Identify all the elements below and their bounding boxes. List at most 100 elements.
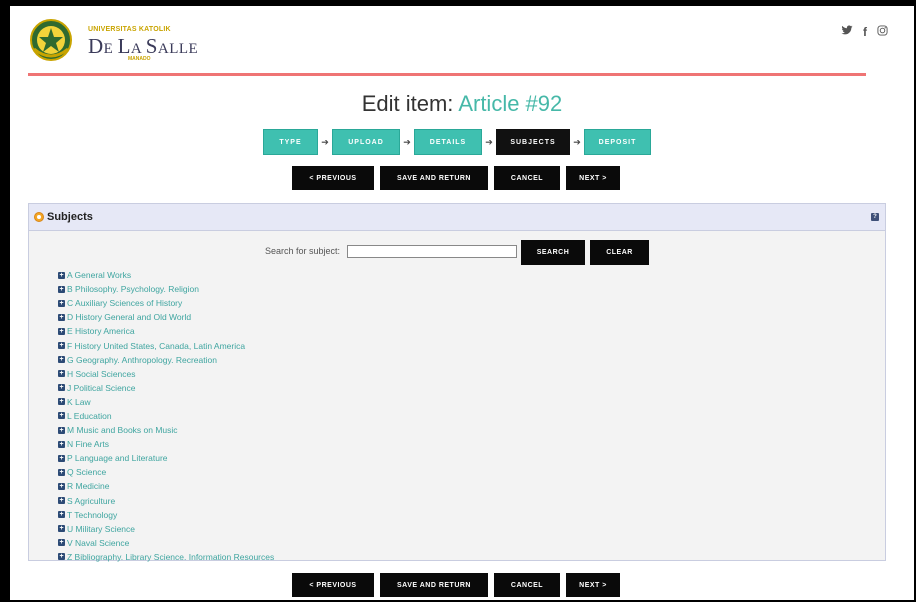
subject-label[interactable]: G Geography. Anthropology. Recreation bbox=[67, 355, 217, 365]
expand-plus-icon[interactable]: + bbox=[58, 271, 65, 279]
expand-plus-icon[interactable]: + bbox=[58, 525, 65, 533]
subject-label[interactable]: B Philosophy. Psychology. Religion bbox=[67, 284, 199, 294]
expand-plus-icon[interactable]: + bbox=[58, 384, 65, 392]
subject-label[interactable]: S Agriculture bbox=[67, 496, 115, 506]
step-subjects[interactable]: SUBJECTS bbox=[496, 129, 570, 155]
next-button[interactable]: NEXT > bbox=[566, 166, 620, 190]
subjects-panel-header[interactable]: Subjects ? bbox=[29, 204, 885, 231]
subject-label[interactable]: H Social Sciences bbox=[67, 369, 136, 379]
subject-label[interactable]: K Law bbox=[67, 397, 91, 407]
subject-search-input[interactable] bbox=[347, 245, 517, 258]
subject-label[interactable]: Q Science bbox=[67, 467, 106, 477]
subject-item[interactable]: + S Agriculture bbox=[58, 494, 274, 508]
logo-top-text: UNIVERSITAS KATOLIK bbox=[88, 26, 171, 33]
expand-plus-icon[interactable]: + bbox=[58, 370, 65, 378]
subject-label[interactable]: V Naval Science bbox=[67, 538, 129, 548]
step-details[interactable]: DETAILS bbox=[414, 129, 482, 155]
subject-item[interactable]: + P Language and Literature bbox=[58, 451, 274, 465]
social-links: f bbox=[841, 25, 888, 39]
logo-sub-text: MANADO bbox=[128, 56, 151, 62]
previous-button[interactable]: < PREVIOUS bbox=[292, 573, 374, 597]
instagram-icon[interactable] bbox=[877, 25, 888, 39]
step-upload[interactable]: UPLOAD bbox=[332, 129, 400, 155]
subject-item[interactable]: + T Technology bbox=[58, 508, 274, 522]
expand-plus-icon[interactable]: + bbox=[58, 412, 65, 420]
subject-label[interactable]: L Education bbox=[67, 411, 112, 421]
expand-plus-icon[interactable]: + bbox=[58, 299, 65, 307]
step-type[interactable]: TYPE bbox=[263, 129, 318, 155]
collapse-toggle-icon[interactable] bbox=[34, 212, 44, 222]
subject-label[interactable]: T Technology bbox=[67, 510, 117, 520]
subject-item[interactable]: + L Education bbox=[58, 409, 274, 423]
subject-item[interactable]: + H Social Sciences bbox=[58, 367, 274, 381]
next-button[interactable]: NEXT > bbox=[566, 573, 620, 597]
expand-plus-icon[interactable]: + bbox=[58, 327, 65, 335]
subject-label[interactable]: M Music and Books on Music bbox=[67, 425, 178, 435]
subject-item[interactable]: + C Auxiliary Sciences of History bbox=[58, 296, 274, 310]
subject-item[interactable]: + D History General and Old World bbox=[58, 310, 274, 324]
expand-plus-icon[interactable]: + bbox=[58, 398, 65, 406]
clear-button[interactable]: CLEAR bbox=[590, 240, 649, 265]
subject-item[interactable]: + K Law bbox=[58, 395, 274, 409]
expand-plus-icon[interactable]: + bbox=[58, 440, 65, 448]
subject-item[interactable]: + E History America bbox=[58, 324, 274, 338]
facebook-icon[interactable]: f bbox=[863, 25, 867, 39]
subject-label[interactable]: J Political Science bbox=[67, 383, 136, 393]
site-header: UNIVERSITAS KATOLIK DE LA SALLE MANADO f bbox=[10, 6, 914, 76]
cancel-button[interactable]: CANCEL bbox=[494, 166, 560, 190]
expand-plus-icon[interactable]: + bbox=[58, 482, 65, 490]
subject-item[interactable]: + F History United States, Canada, Latin … bbox=[58, 338, 274, 352]
arrow-right-icon: ➔ bbox=[485, 136, 493, 147]
expand-plus-icon[interactable]: + bbox=[58, 356, 65, 364]
subject-label[interactable]: D History General and Old World bbox=[67, 312, 191, 322]
subject-label[interactable]: E History America bbox=[67, 326, 135, 336]
cancel-button[interactable]: CANCEL bbox=[494, 573, 560, 597]
subject-item[interactable]: + G Geography. Anthropology. Recreation bbox=[58, 353, 274, 367]
search-label: Search for subject: bbox=[265, 246, 341, 256]
bottom-nav-buttons: < PREVIOUS SAVE AND RETURN CANCEL NEXT > bbox=[292, 573, 620, 597]
subject-item[interactable]: + Z Bibliography. Library Science. Inform… bbox=[58, 550, 274, 564]
subject-label[interactable]: N Fine Arts bbox=[67, 439, 109, 449]
step-deposit[interactable]: DEPOSIT bbox=[584, 129, 651, 155]
page-title: Edit item: Article #92 bbox=[361, 91, 563, 116]
university-seal-icon[interactable] bbox=[30, 19, 72, 61]
expand-plus-icon[interactable]: + bbox=[58, 511, 65, 519]
help-icon[interactable]: ? bbox=[871, 213, 879, 221]
save-and-return-button[interactable]: SAVE AND RETURN bbox=[380, 166, 488, 190]
subject-label[interactable]: Z Bibliography. Library Science. Informa… bbox=[67, 552, 274, 562]
subject-item[interactable]: + V Naval Science bbox=[58, 536, 274, 550]
save-and-return-button[interactable]: SAVE AND RETURN bbox=[380, 573, 488, 597]
subject-item[interactable]: + M Music and Books on Music bbox=[58, 423, 274, 437]
expand-plus-icon[interactable]: + bbox=[58, 539, 65, 547]
subject-item[interactable]: + R Medicine bbox=[58, 479, 274, 493]
previous-button[interactable]: < PREVIOUS bbox=[292, 166, 374, 190]
subject-label[interactable]: F History United States, Canada, Latin A… bbox=[67, 341, 245, 351]
workflow-steps: TYPE ➔ UPLOAD ➔ DETAILS ➔ SUBJECTS ➔ DEP… bbox=[263, 129, 651, 155]
expand-plus-icon[interactable]: + bbox=[58, 454, 65, 462]
subject-label[interactable]: P Language and Literature bbox=[67, 453, 168, 463]
expand-plus-icon[interactable]: + bbox=[58, 285, 65, 293]
expand-plus-icon[interactable]: + bbox=[58, 468, 65, 476]
subject-item[interactable]: + A General Works bbox=[58, 268, 274, 282]
expand-plus-icon[interactable]: + bbox=[58, 553, 65, 561]
expand-plus-icon[interactable]: + bbox=[58, 426, 65, 434]
subjects-panel: Subjects ? Search for subject: SEARCH CL… bbox=[28, 203, 887, 564]
subject-item[interactable]: + Q Science bbox=[58, 465, 274, 479]
subject-item[interactable]: + U Military Science bbox=[58, 522, 274, 536]
subject-search-row: Search for subject: SEARCH CLEAR bbox=[29, 240, 887, 266]
subject-label[interactable]: R Medicine bbox=[67, 481, 110, 491]
subject-label[interactable]: U Military Science bbox=[67, 524, 135, 534]
subject-label[interactable]: A General Works bbox=[67, 270, 131, 280]
subject-label[interactable]: C Auxiliary Sciences of History bbox=[67, 298, 182, 308]
arrow-right-icon: ➔ bbox=[321, 136, 329, 147]
expand-plus-icon[interactable]: + bbox=[58, 342, 65, 350]
subject-tree: + A General Works + B Philosophy. Psycholo… bbox=[58, 268, 274, 564]
twitter-icon[interactable] bbox=[841, 25, 853, 39]
arrow-right-icon: ➔ bbox=[573, 136, 581, 147]
expand-plus-icon[interactable]: + bbox=[58, 313, 65, 321]
subject-item[interactable]: + N Fine Arts bbox=[58, 437, 274, 451]
subject-item[interactable]: + J Political Science bbox=[58, 381, 274, 395]
subject-item[interactable]: + B Philosophy. Psychology. Religion bbox=[58, 282, 274, 296]
expand-plus-icon[interactable]: + bbox=[58, 497, 65, 505]
search-button[interactable]: SEARCH bbox=[521, 240, 585, 265]
